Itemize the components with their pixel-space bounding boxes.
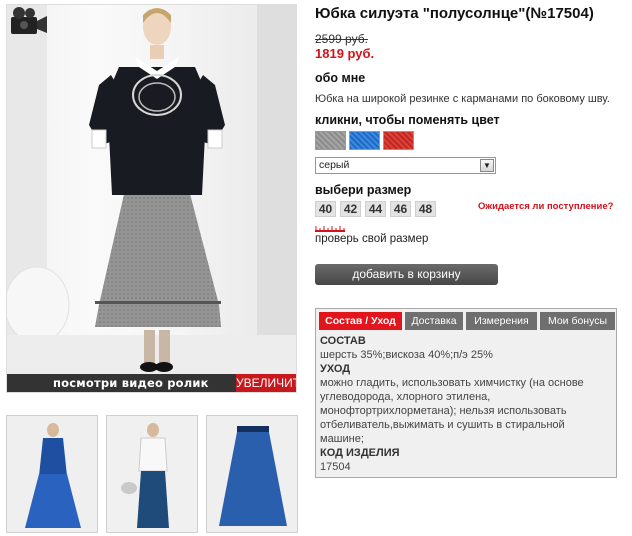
size-option-46[interactable]: 46 <box>390 201 411 217</box>
product-title: Юбка силуэта "полусолнце"(№17504) <box>315 5 594 22</box>
color-select-value: серый <box>319 159 350 171</box>
new-price: 1819 руб. <box>315 46 375 61</box>
main-product-photo[interactable]: посмотри видео ролик УВЕЛИЧИТЬ <box>6 4 297 393</box>
color-swatch-grey[interactable] <box>315 131 346 150</box>
add-to-cart-button[interactable]: добавить в корзину <box>315 264 498 285</box>
product-code-heading: КОД ИЗДЕЛИЯ <box>320 447 400 459</box>
size-option-44[interactable]: 44 <box>365 201 386 217</box>
thumbnail-image <box>7 416 97 532</box>
care-heading: УХОД <box>320 363 351 375</box>
care-text-line: машине; <box>320 433 364 445</box>
zoom-button[interactable]: УВЕЛИЧИТЬ <box>236 374 296 392</box>
thumbnail-2[interactable] <box>106 415 198 533</box>
model-illustration <box>7 5 296 392</box>
about-text: Юбка на широкой резинке с карманами по б… <box>315 93 610 105</box>
about-label: обо мне <box>315 71 366 85</box>
care-text-line: можно гладить, использовать химчистку (н… <box>320 377 584 389</box>
notify-availability-link[interactable]: Ожидается ли поступление? <box>478 201 613 212</box>
care-text-line: отбеливатель,выжимать и сушить в стираль… <box>320 419 565 431</box>
color-label: кликни, чтобы поменять цвет <box>315 113 500 127</box>
size-option-40[interactable]: 40 <box>315 201 336 217</box>
care-text-line: монофтортрихлорметана); нельзя использов… <box>320 405 567 417</box>
product-code-value: 17504 <box>320 461 351 473</box>
thumbnail-3[interactable] <box>206 415 298 533</box>
composition-text: шерсть 35%;вискоза 40%;п/э 25% <box>320 349 493 361</box>
tab-bonuses[interactable]: Мои бонусы <box>540 312 615 330</box>
size-option-48[interactable]: 48 <box>415 201 436 217</box>
color-swatch-red[interactable] <box>383 131 414 150</box>
size-label: выбери размер <box>315 183 412 197</box>
color-select[interactable]: серый ▼ <box>315 157 496 174</box>
video-camera-icon[interactable] <box>7 5 49 39</box>
thumbnail-1[interactable] <box>6 415 98 533</box>
ruler-icon <box>315 226 345 232</box>
thumbnail-image <box>107 416 197 532</box>
old-price: 2599 руб. <box>315 32 368 46</box>
tab-content: СОСТАВ шерсть 35%;вискоза 40%;п/э 25% УХ… <box>320 334 614 474</box>
tab-delivery[interactable]: Доставка <box>405 312 463 330</box>
care-text-line: углеводорода, хлорного этилена, <box>320 391 491 403</box>
color-swatch-blue[interactable] <box>349 131 380 150</box>
watch-video-button[interactable]: посмотри видео ролик <box>53 375 209 391</box>
dropdown-arrow-icon[interactable]: ▼ <box>480 159 494 172</box>
check-size-link[interactable]: проверь свой размер <box>315 233 428 245</box>
tab-measurements[interactable]: Измерения <box>466 312 537 330</box>
size-option-42[interactable]: 42 <box>340 201 361 217</box>
composition-heading: СОСТАВ <box>320 335 366 347</box>
tab-composition-care[interactable]: Состав / Уход <box>319 312 402 330</box>
thumbnail-image <box>207 416 297 532</box>
info-tabs-box: Состав / Уход Доставка Измерения Мои бон… <box>315 308 617 478</box>
